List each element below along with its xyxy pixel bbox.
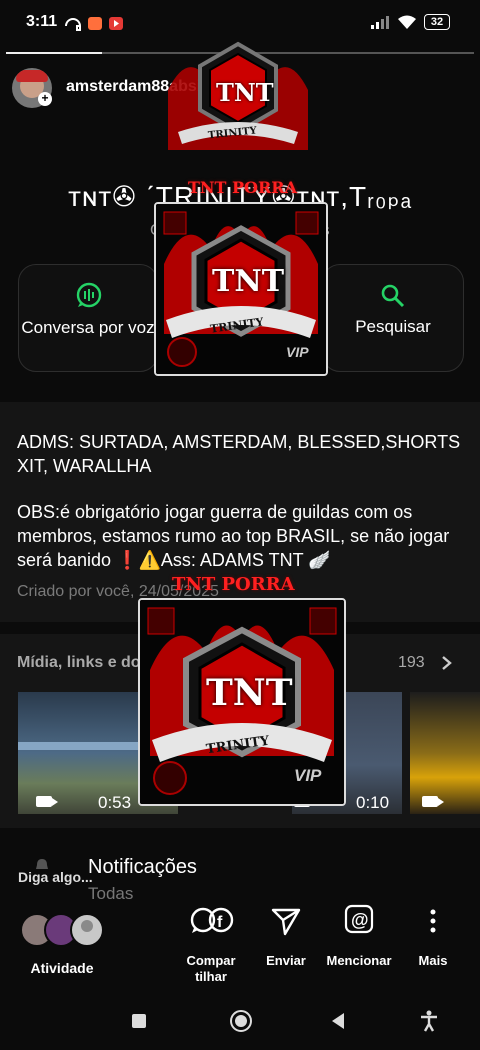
add-story-icon[interactable]: + [38,92,52,106]
viewer-avatar[interactable] [70,913,104,947]
description-admins: ADMS: SURTADA, AMSTERDAM, BLESSED,SHORTS… [17,432,461,476]
media-title[interactable]: Mídia, links e do [17,654,141,672]
search-button[interactable]: Pesquisar [322,264,464,372]
status-time: 3:11 [26,13,58,30]
video-camera-icon [36,796,58,807]
system-nav-bar [0,1000,480,1050]
notifications-subtitle: Todas [88,884,134,903]
search-icon [381,284,405,308]
video-camera-icon [422,796,444,807]
share-button[interactable]: f Compar tilhar [176,900,246,985]
sticker-vip-badge: VIP [294,766,322,785]
voice-chat-button[interactable]: Conversa por voz [18,264,158,372]
back-icon[interactable] [330,1012,346,1030]
sticker-caption-top[interactable]: TNT PORRA [188,178,297,197]
accessibility-icon[interactable] [420,1010,438,1032]
more-vertical-icon [430,909,436,933]
svg-text:f: f [217,914,223,931]
more-button[interactable]: Mais [398,900,468,969]
audio-call-icon [76,282,102,308]
share-label: Compar tilhar [186,953,236,984]
svg-text:@: @ [351,910,369,930]
media-count: 193 [398,654,425,671]
search-label: Pesquisar [355,317,431,336]
mention-icon: @ [344,904,374,934]
description-obs: OBS:é obrigatório jogar guerra de guilda… [17,502,450,570]
mention-button[interactable]: @ Mencionar [324,900,394,969]
sticker-logo-text: TNT [206,672,293,714]
send-label: Enviar [266,953,306,968]
signal-icon [371,16,389,29]
sticker-vip-badge: VIP [286,344,309,360]
video-duration: 0:10 [356,793,390,812]
voice-chat-label: Conversa por voz [21,318,155,337]
send-icon [271,908,301,936]
whatsapp-facebook-icon: f [190,907,234,933]
more-label: Mais [418,953,448,968]
chevron-right-icon[interactable] [440,655,454,671]
recents-icon[interactable] [132,1014,146,1028]
reply-input[interactable]: Diga algo... [18,869,93,885]
mention-label: Mencionar [326,953,392,968]
video-duration: 0:53 [98,793,132,812]
media-thumbnail[interactable] [410,692,480,814]
activity-label[interactable]: Atividade [22,960,102,976]
send-button[interactable]: Enviar [251,900,321,969]
notifications-title[interactable]: Notificações [88,856,197,879]
status-bar: 3:11 32 [0,0,480,44]
tnt-sticker-middle[interactable]: TNT TRINITY VIP [154,202,328,376]
tnt-sticker-bottom[interactable]: TNT TRINITY VIP [138,598,346,806]
tnt-logo-sticker-top[interactable]: TNT TRINITY [168,40,308,150]
sticker-caption-bottom[interactable]: TNT PORRA [172,574,295,595]
sticker-logo-text: TNT [216,78,274,107]
wifi-icon [398,15,416,29]
sticker-logo-text: TNT [212,264,285,299]
status-notification-icons [65,17,123,31]
battery-icon: 32 [424,14,450,30]
home-icon[interactable] [230,1010,252,1032]
